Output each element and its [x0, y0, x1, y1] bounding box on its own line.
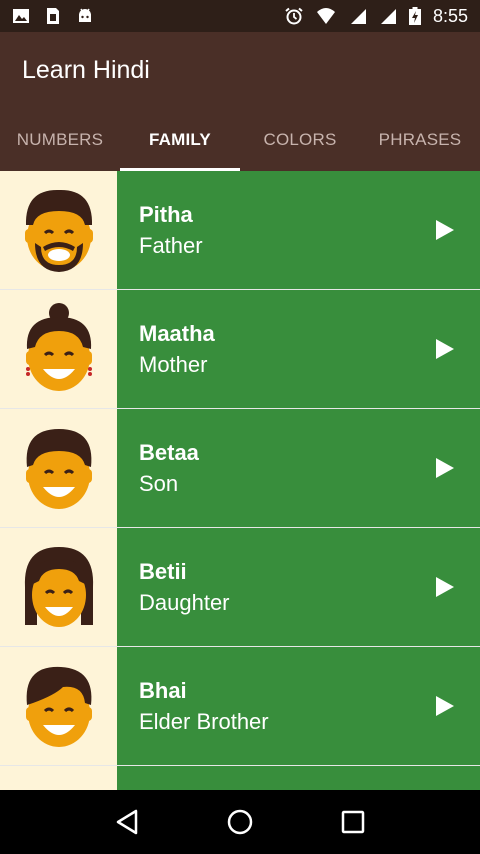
app-title: Learn Hindi: [22, 55, 150, 84]
battery-charging-icon: [408, 7, 421, 25]
list-item-content: Betii Daughter: [117, 528, 480, 646]
list-item[interactable]: Maatha Mother: [0, 290, 480, 409]
list-item[interactable]: Bhai Elder Brother: [0, 647, 480, 766]
alarm-icon: [285, 7, 303, 25]
english-translation: Son: [139, 471, 179, 496]
list-item-content: Pitha Father: [117, 171, 480, 289]
hindi-word: Maatha: [139, 321, 215, 346]
play-icon[interactable]: [436, 696, 454, 716]
list-item-content: [117, 766, 480, 790]
english-translation: Father: [139, 233, 203, 258]
tab-numbers[interactable]: NUMBERS: [0, 108, 120, 171]
list-item-content: Maatha Mother: [117, 290, 480, 408]
list-item-content: Betaa Son: [117, 409, 480, 527]
tab-phrases[interactable]: PHRASES: [360, 108, 480, 171]
status-bar: 8:55: [0, 0, 480, 32]
list-item[interactable]: Betii Daughter: [0, 528, 480, 647]
family-word-list[interactable]: Pitha Father Maatha Mother Betaa Son Bet…: [0, 171, 480, 790]
english-translation: Elder Brother: [139, 709, 269, 734]
tab-colors[interactable]: COLORS: [240, 108, 360, 171]
tab-label: NUMBERS: [16, 129, 104, 149]
avatar: [0, 647, 117, 765]
status-system: 8:55: [285, 6, 468, 27]
list-item-content: Bhai Elder Brother: [117, 647, 480, 765]
recents-button[interactable]: [335, 804, 371, 840]
hindi-word: Bhai: [139, 678, 187, 703]
app-bar: Learn Hindi: [0, 32, 480, 108]
status-time: 8:55: [432, 5, 468, 26]
tab-label: PHRASES: [378, 129, 462, 149]
tab-label: COLORS: [263, 129, 337, 149]
android-icon: [79, 8, 91, 22]
system-nav-bar: [0, 790, 480, 854]
hindi-word: Betaa: [139, 440, 199, 465]
signal-icon: [380, 9, 396, 24]
avatar: [0, 409, 117, 527]
daughter-avatar-icon: [24, 547, 93, 627]
father-avatar-icon: [24, 189, 93, 272]
image-icon: [13, 9, 29, 23]
recents-icon: [342, 810, 365, 834]
avatar: [0, 766, 117, 790]
status-notifications: [12, 7, 94, 25]
avatar-icon: [19, 782, 99, 790]
back-button[interactable]: [109, 804, 145, 840]
brother-avatar-icon: [25, 666, 92, 747]
tab-label: FAMILY: [149, 129, 211, 149]
list-item[interactable]: Betaa Son: [0, 409, 480, 528]
avatar: [0, 171, 117, 289]
play-icon[interactable]: [436, 577, 454, 597]
avatar: [0, 290, 117, 408]
home-icon: [227, 809, 253, 835]
english-translation: Mother: [139, 352, 208, 377]
list-item[interactable]: Pitha Father: [0, 171, 480, 290]
play-icon[interactable]: [436, 220, 454, 240]
hindi-word: Pitha: [139, 202, 193, 227]
wifi-icon: [316, 8, 335, 24]
hindi-word: Betii: [139, 559, 187, 584]
avatar: [0, 528, 117, 646]
play-icon[interactable]: [436, 458, 454, 478]
tab-family[interactable]: FAMILY: [120, 108, 240, 171]
son-avatar-icon: [25, 429, 92, 509]
english-translation: Daughter: [139, 590, 230, 615]
play-icon[interactable]: [436, 339, 454, 359]
list-item[interactable]: [0, 766, 480, 790]
back-icon: [116, 809, 137, 835]
signal-icon: [350, 9, 366, 24]
sim-card-icon: [47, 8, 59, 24]
mother-avatar-icon: [25, 303, 92, 391]
tab-bar: NUMBERS FAMILY COLORS PHRASES: [0, 108, 480, 171]
home-button[interactable]: [222, 804, 258, 840]
